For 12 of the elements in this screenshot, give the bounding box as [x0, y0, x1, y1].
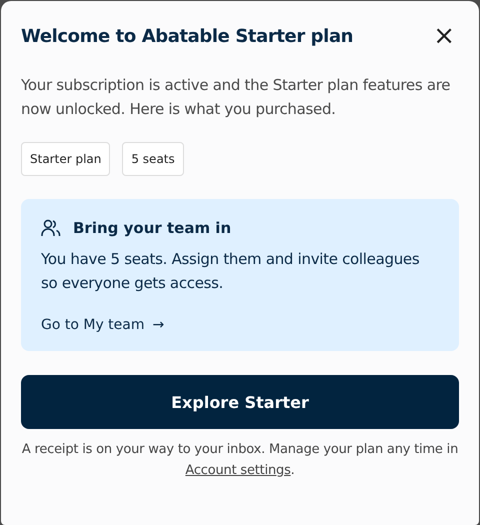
account-settings-link[interactable]: Account settings: [185, 463, 291, 478]
explore-button[interactable]: Explore Starter: [21, 375, 459, 429]
card-text: You have 5 seats. Assign them and invite colleagues so everyone gets access.: [41, 249, 420, 294]
close-button[interactable]: ×: [429, 23, 459, 49]
intro-text: Your subscription is active and the Starter plan features are now unlocked. Here is what you purchased.: [21, 75, 452, 120]
footer-text: A receipt is on your way to your inbox. Manage your plan any time in Account settings.: [21, 441, 459, 480]
dialog-title: Welcome to Abatable Starter plan: [21, 26, 354, 46]
my-team-link[interactable]: Go to My team →: [41, 317, 164, 333]
purchase-chip: 5 seats: [122, 142, 184, 176]
people-icon: [41, 219, 61, 237]
card-title: Bring your team in: [73, 219, 232, 237]
purchase-chip: Starter plan: [21, 142, 110, 176]
